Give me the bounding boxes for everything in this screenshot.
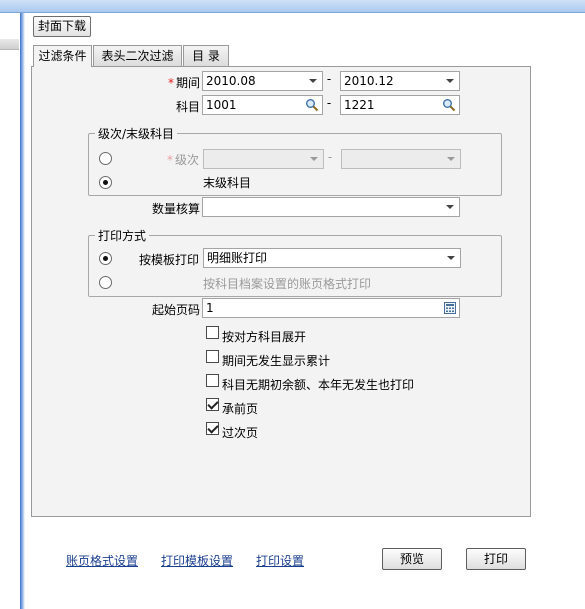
print-button[interactable]: 打印: [466, 548, 526, 570]
option-checkbox-show-cumulative[interactable]: [206, 350, 219, 363]
left-pane-header: [0, 39, 19, 50]
level-to-select[interactable]: [341, 149, 461, 169]
period-from-select[interactable]: 2010.08: [202, 71, 323, 91]
period-to-select[interactable]: 2010.12: [340, 71, 460, 91]
subject-from-input[interactable]: 1001: [202, 95, 323, 115]
print-template-settings-link[interactable]: 打印模板设置: [161, 552, 233, 569]
print-mode-group: 打印方式 按模板打印 明细账打印 按科目档案设置的账页格式打印: [88, 227, 502, 297]
chevron-down-icon: [446, 205, 454, 209]
tab-filter-conditions[interactable]: 过滤条件: [33, 45, 92, 67]
quantity-audit-select[interactable]: [202, 197, 460, 217]
filter-panel: * 期间 2010.08 - 2010.12 科目 1001 - 1221 级次/…: [31, 66, 531, 517]
template-print-label: 按模板打印: [138, 253, 199, 267]
chevron-down-icon: [447, 157, 455, 161]
option-label: 过次页: [222, 426, 259, 440]
start-page-label: 起始页码: [151, 303, 200, 317]
last-level-radio[interactable]: [99, 176, 112, 189]
splitter[interactable]: [20, 13, 25, 609]
level-radio[interactable]: [99, 152, 112, 165]
chevron-down-icon: [309, 79, 317, 83]
left-pane: [0, 13, 20, 609]
chevron-down-icon: [446, 79, 454, 83]
option-label: 承前页: [222, 402, 259, 416]
option-label: 按对方科目展开: [222, 330, 307, 344]
print-settings-link[interactable]: 打印设置: [256, 552, 304, 569]
subject-to-input[interactable]: 1221: [340, 95, 460, 115]
search-icon[interactable]: [305, 98, 319, 112]
subject-label: 科目: [175, 100, 200, 114]
calculator-icon[interactable]: [444, 302, 456, 314]
chevron-down-icon: [310, 157, 318, 161]
template-print-radio[interactable]: [99, 252, 112, 265]
level-group: 级次/末级科目 * 级次 - 末级科目: [88, 125, 502, 196]
archive-format-label: 按科目档案设置的账页格式打印: [203, 277, 372, 291]
period-label: * 期间: [167, 76, 200, 90]
preview-button[interactable]: 预览: [382, 548, 442, 570]
option-label: 科目无期初余额、本年无发生也打印: [222, 378, 415, 392]
search-icon[interactable]: [442, 98, 456, 112]
start-page-input[interactable]: 1: [202, 298, 460, 318]
level-label: * 级次: [166, 153, 199, 167]
print-mode-group-title: 打印方式: [95, 227, 150, 244]
tab-header-secondary-filter[interactable]: 表头二次过滤: [93, 45, 182, 66]
option-checkbox-print-empty[interactable]: [206, 374, 219, 387]
last-level-label: 末级科目: [203, 176, 252, 190]
option-checkbox-carry-over[interactable]: [206, 422, 219, 435]
tab-catalog[interactable]: 目 录: [183, 45, 229, 66]
archive-format-radio[interactable]: [99, 276, 112, 289]
option-checkbox-carry-forward[interactable]: [206, 398, 219, 411]
level-group-title: 级次/末级科目: [95, 125, 178, 142]
cover-download-button[interactable]: 封面下载: [33, 16, 91, 37]
chevron-down-icon: [447, 256, 455, 260]
page-format-settings-link[interactable]: 账页格式设置: [66, 552, 138, 569]
option-label: 期间无发生显示累计: [222, 354, 331, 368]
window-title-bar: [0, 0, 585, 13]
option-checkbox-expand-contra[interactable]: [206, 326, 219, 339]
print-template-select[interactable]: 明细账打印: [203, 248, 461, 268]
level-from-select[interactable]: [203, 149, 324, 169]
quantity-audit-label: 数量核算: [151, 202, 200, 216]
